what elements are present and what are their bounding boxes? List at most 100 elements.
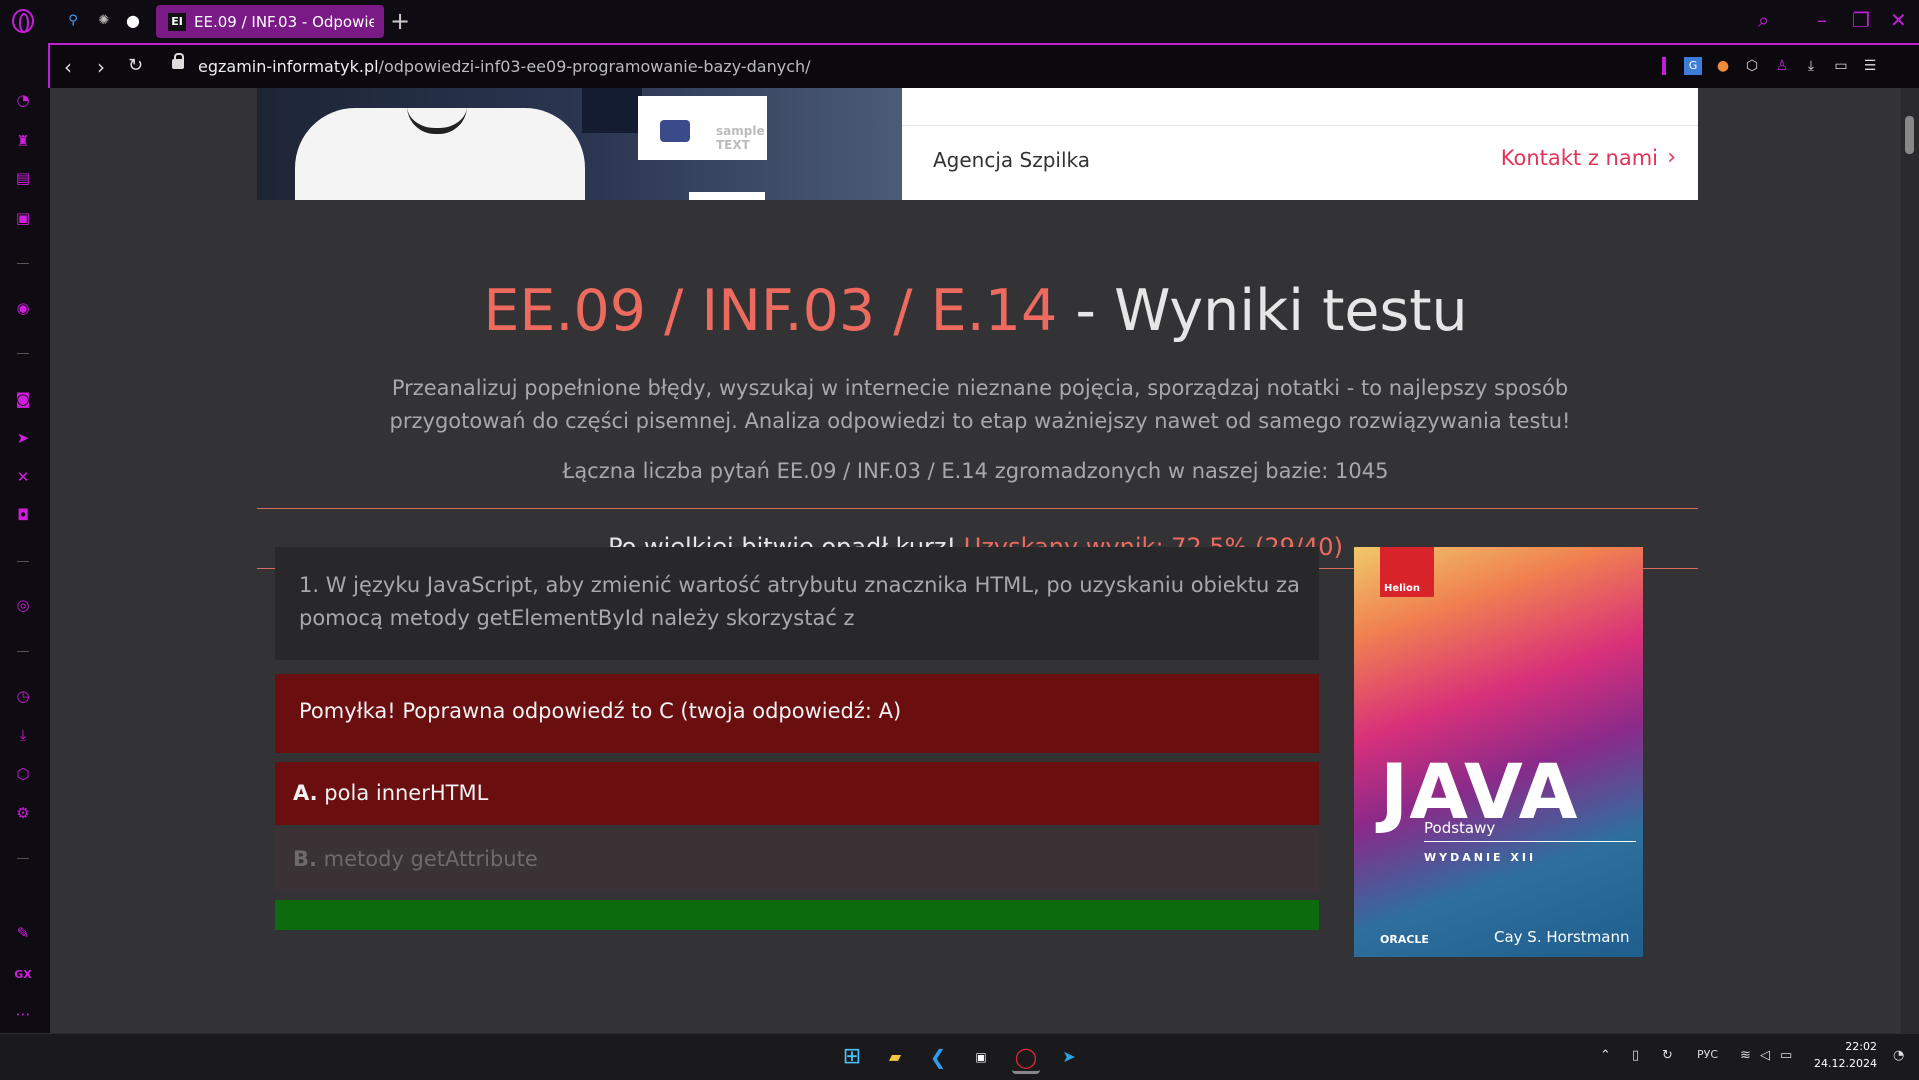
history-clock-icon[interactable]: ◷ <box>13 686 33 706</box>
vscode-icon[interactable]: ❮ <box>924 1043 952 1071</box>
telegram-taskbar-icon[interactable]: ➤ <box>1055 1043 1083 1071</box>
new-tab-plus-icon[interactable]: + <box>390 7 410 35</box>
tray-sync-icon[interactable]: ↻ <box>1662 1048 1673 1063</box>
gx-control-icon[interactable]: ◔ <box>13 90 33 110</box>
clock-time[interactable]: 22:02 <box>1845 1040 1877 1053</box>
windows-taskbar: ⊞ ▰ ❮ ▣ ◯ ➤ ⌃ ▯ ↻ РУС ≋ ◁ ▭ 22:02 24.12.… <box>0 1033 1919 1080</box>
github-pin-icon[interactable]: ● <box>124 12 142 30</box>
battery-saver-icon[interactable]: ▭ <box>1832 57 1850 75</box>
page-viewport: sample TEXT Agencja Szpilka Kontakt z na… <box>50 88 1901 1033</box>
settings-gear-icon[interactable]: ⚙ <box>13 803 33 823</box>
downloads-icon[interactable]: ⤓ <box>13 725 33 745</box>
sample-text-card: sample TEXT <box>638 96 767 160</box>
cube-extension-icon[interactable]: ⬡ <box>1743 57 1761 75</box>
wifi-icon[interactable]: ≋ <box>1740 1048 1751 1063</box>
address-bar: ‹ › ↻ egzamin-informatyk.pl/odpowiedzi-i… <box>48 43 1919 88</box>
chatgpt-pin-icon[interactable]: ✺ <box>95 12 113 30</box>
tab-active[interactable]: EI EE.09 / INF.03 - Odpowiedzi <box>156 5 384 38</box>
opera-menu-icon[interactable] <box>12 9 34 33</box>
back-arrow-icon[interactable]: ‹ <box>64 55 72 79</box>
question-text: 1. W języku JavaScript, aby zmienić wart… <box>299 573 1300 630</box>
ad-banner-image[interactable]: sample TEXT <box>257 88 902 200</box>
question-count: Łączna liczba pytań EE.09 / INF.03 / E.1… <box>562 459 1389 483</box>
gx-store-icon[interactable]: GX <box>13 965 33 985</box>
profile-icon[interactable]: ♙ <box>1773 57 1791 75</box>
divider <box>257 508 1698 509</box>
sidebar-separator <box>17 651 29 652</box>
page-scrollbar[interactable] <box>1901 88 1919 1033</box>
sidebar-separator <box>17 858 29 859</box>
language-indicator[interactable]: РУС <box>1697 1048 1718 1061</box>
reload-icon[interactable]: ↻ <box>128 55 143 76</box>
tray-overflow-chevron-icon[interactable]: ⌃ <box>1600 1048 1611 1063</box>
ad-contact-link[interactable]: Kontakt z nami <box>1501 146 1658 170</box>
publisher-logo: Helion <box>1380 547 1434 597</box>
extensions-cube-icon[interactable]: ⬡ <box>13 764 33 784</box>
clock-date[interactable]: 24.12.2024 <box>1814 1057 1877 1070</box>
minimize-window-icon[interactable]: – <box>1817 8 1827 32</box>
book-subtitle: Podstawy <box>1424 819 1496 837</box>
ad-banner[interactable]: Agencja Szpilka Kontakt z nami › <box>902 88 1698 200</box>
book-ad-cover[interactable]: Helion JAVA Podstawy WYDANIE XII ORACLE … <box>1354 547 1643 957</box>
url-field[interactable]: egzamin-informatyk.pl/odpowiedzi-inf03-e… <box>198 57 811 76</box>
gx-mods-brush-icon[interactable]: ✎ <box>13 923 33 943</box>
answer-verdict: Pomyłka! Poprawna odpowiedź to C (twoja … <box>275 674 1319 753</box>
question-card: 1. W języku JavaScript, aby zmienić wart… <box>275 547 1319 660</box>
url-path: /odpowiedzi-inf03-ee09-programowanie-baz… <box>378 57 811 76</box>
opera-gx-taskbar-icon[interactable]: ◯ <box>1012 1043 1040 1074</box>
scrollbar-thumb[interactable] <box>1905 116 1914 154</box>
page-title-exam-code: EE.09 / INF.03 / E.14 <box>483 278 1058 344</box>
browser-sidebar: ◔ ♜ ▤ ▣ ◉ ◙ ➤ ✕ ◘ ◎ ◷ ⤓ ⬡ ⚙ ✎ GX ⋯ <box>0 43 48 1033</box>
more-options-icon[interactable]: ⋯ <box>13 1004 33 1024</box>
volume-icon[interactable]: ◁ <box>1760 1048 1770 1063</box>
lock-icon[interactable] <box>172 53 184 69</box>
download-icon[interactable]: ⤓ <box>1802 57 1820 75</box>
answer-option-c[interactable] <box>275 900 1319 930</box>
discord-icon[interactable]: ◘ <box>13 505 33 525</box>
sidebar-separator <box>17 561 29 562</box>
x-twitter-icon[interactable]: ✕ <box>13 467 33 487</box>
answer-text: pola innerHTML <box>317 781 489 805</box>
page-title-rest: - Wyniki testu <box>1057 278 1468 344</box>
sample-text: sample TEXT <box>716 124 765 152</box>
gx-corner-icon[interactable]: ▤ <box>13 168 33 188</box>
battery-icon[interactable]: ▭ <box>1780 1048 1792 1063</box>
publisher-name: Helion <box>1384 583 1420 594</box>
sidebar-separator <box>17 263 29 264</box>
file-explorer-icon[interactable]: ▰ <box>881 1043 909 1071</box>
ad-decor <box>689 192 765 200</box>
url-domain: egzamin-informatyk.pl <box>198 57 379 76</box>
browser-tab-strip: ⚲ ✺ ● EI EE.09 / INF.03 - Odpowiedzi + ⌕… <box>0 0 1919 43</box>
extension-divider <box>1662 57 1666 75</box>
answer-letter: A. <box>293 781 318 805</box>
answer-option-a[interactable]: A. pola innerHTML <box>275 762 1319 825</box>
messenger-icon[interactable]: ◙ <box>13 389 33 409</box>
lead-paragraph: Przeanalizuj popełnione błędy, wyszukaj … <box>389 376 1571 433</box>
oracle-logo: ORACLE <box>1380 933 1429 946</box>
music-player-icon[interactable]: ▣ <box>13 208 33 228</box>
easy-setup-icon[interactable]: ☰ <box>1861 57 1879 75</box>
answer-letter: B. <box>293 847 317 871</box>
windows-start-icon[interactable]: ⊞ <box>838 1043 866 1071</box>
search-tabs-icon[interactable]: ⌕ <box>1758 8 1769 32</box>
notifications-icon[interactable]: ◔ <box>1893 1048 1904 1063</box>
tray-app-icon[interactable]: ▯ <box>1632 1048 1639 1063</box>
aria-ai-icon[interactable]: ◉ <box>13 298 33 318</box>
page-title: EE.09 / INF.03 / E.14 - Wyniki testu <box>50 278 1901 344</box>
sidebar-separator <box>17 353 29 354</box>
translate-extension-icon[interactable]: G <box>1684 57 1702 75</box>
tab-title: EE.09 / INF.03 - Odpowiedzi <box>194 12 374 31</box>
gx-cleaner-icon[interactable]: ♜ <box>13 131 33 151</box>
chevron-right-icon[interactable]: › <box>1667 145 1676 170</box>
extension-icon[interactable]: ● <box>1714 57 1732 75</box>
telegram-icon[interactable]: ➤ <box>13 428 33 448</box>
verdict-text: Pomyłka! Poprawna odpowiedź to C (twoja … <box>299 699 902 723</box>
app-icon[interactable]: ▣ <box>967 1043 995 1071</box>
forward-arrow-icon[interactable]: › <box>97 55 105 79</box>
answer-option-b[interactable]: B. metody getAttribute <box>275 828 1319 891</box>
close-window-icon[interactable]: ✕ <box>1890 8 1907 32</box>
restore-window-icon[interactable]: ❐ <box>1852 8 1870 32</box>
pinned-site-icon[interactable]: ⚲ <box>64 12 82 30</box>
ad-brand: Agencja Szpilka <box>933 148 1091 172</box>
player-icon[interactable]: ◎ <box>13 595 33 615</box>
